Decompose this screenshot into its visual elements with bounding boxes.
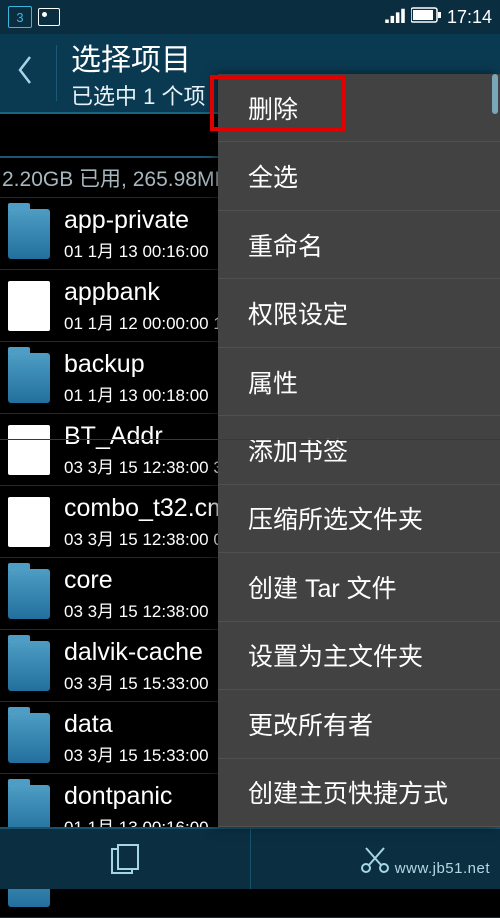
header-divider bbox=[56, 45, 57, 101]
file-meta: 03 3月 15 15:33:00 bbox=[64, 741, 209, 766]
status-bar: 3 17:14 bbox=[0, 0, 500, 34]
copy-button[interactable] bbox=[0, 829, 251, 889]
file-meta: 03 3月 15 15:33:00 bbox=[64, 669, 209, 694]
menu-item[interactable]: 添加书签 bbox=[218, 416, 500, 484]
file-icon bbox=[8, 281, 50, 331]
folder-icon bbox=[8, 569, 50, 619]
file-name: data bbox=[64, 710, 209, 739]
file-icon bbox=[8, 497, 50, 547]
file-meta: 03 3月 15 12:38:00 0 bbox=[64, 525, 228, 550]
file-name: backup bbox=[64, 350, 209, 379]
folder-icon bbox=[8, 713, 50, 763]
menu-item[interactable]: 全选 bbox=[218, 142, 500, 210]
menu-item[interactable]: 设置为主文件夹 bbox=[218, 622, 500, 690]
context-menu: 删除全选重命名权限设定属性添加书签压缩所选文件夹创建 Tar 文件设置为主文件夹… bbox=[218, 74, 500, 827]
menu-item[interactable]: 压缩所选文件夹 bbox=[218, 485, 500, 553]
menu-item[interactable]: 创建主页快捷方式 bbox=[218, 759, 500, 827]
file-name: combo_t32.cm bbox=[64, 494, 228, 523]
menu-item[interactable]: 删除 bbox=[218, 74, 500, 142]
file-name: core bbox=[64, 566, 209, 595]
battery-icon bbox=[411, 7, 441, 28]
file-meta: 01 1月 13 00:16:00 bbox=[64, 237, 209, 262]
file-meta: 03 3月 15 12:38:00 bbox=[64, 597, 209, 622]
folder-icon bbox=[8, 641, 50, 691]
page-title: 选择项目 bbox=[71, 35, 205, 79]
gallery-icon bbox=[38, 8, 60, 26]
bottom-bar bbox=[0, 827, 500, 889]
folder-icon bbox=[8, 209, 50, 259]
file-name: BT_Addr bbox=[64, 422, 223, 451]
folder-icon bbox=[8, 353, 50, 403]
selection-count: 已选中 1 个项 bbox=[71, 79, 205, 111]
file-name: dontpanic bbox=[64, 782, 209, 811]
menu-item[interactable]: 创建 Tar 文件 bbox=[218, 553, 500, 621]
file-name: dalvik-cache bbox=[64, 638, 209, 667]
menu-item[interactable]: 权限设定 bbox=[218, 279, 500, 347]
file-name: appbank bbox=[64, 278, 223, 307]
file-icon bbox=[8, 425, 50, 475]
clock-text: 17:14 bbox=[447, 7, 492, 28]
scrollbar-handle[interactable] bbox=[492, 74, 498, 114]
file-meta: 01 1月 13 00:18:00 bbox=[64, 381, 209, 406]
file-meta: 01 1月 12 00:00:00 1 bbox=[64, 309, 223, 334]
menu-item[interactable]: 属性 bbox=[218, 348, 500, 416]
cut-button[interactable] bbox=[251, 829, 500, 889]
notification-badge-icon: 3 bbox=[8, 6, 32, 28]
signal-icon bbox=[385, 7, 405, 28]
file-meta: 03 3月 15 12:38:00 3 bbox=[64, 453, 223, 478]
menu-item[interactable]: 重命名 bbox=[218, 211, 500, 279]
menu-item[interactable]: 更改所有者 bbox=[218, 690, 500, 758]
file-name: app-private bbox=[64, 206, 209, 235]
back-chevron-icon[interactable] bbox=[10, 52, 42, 94]
